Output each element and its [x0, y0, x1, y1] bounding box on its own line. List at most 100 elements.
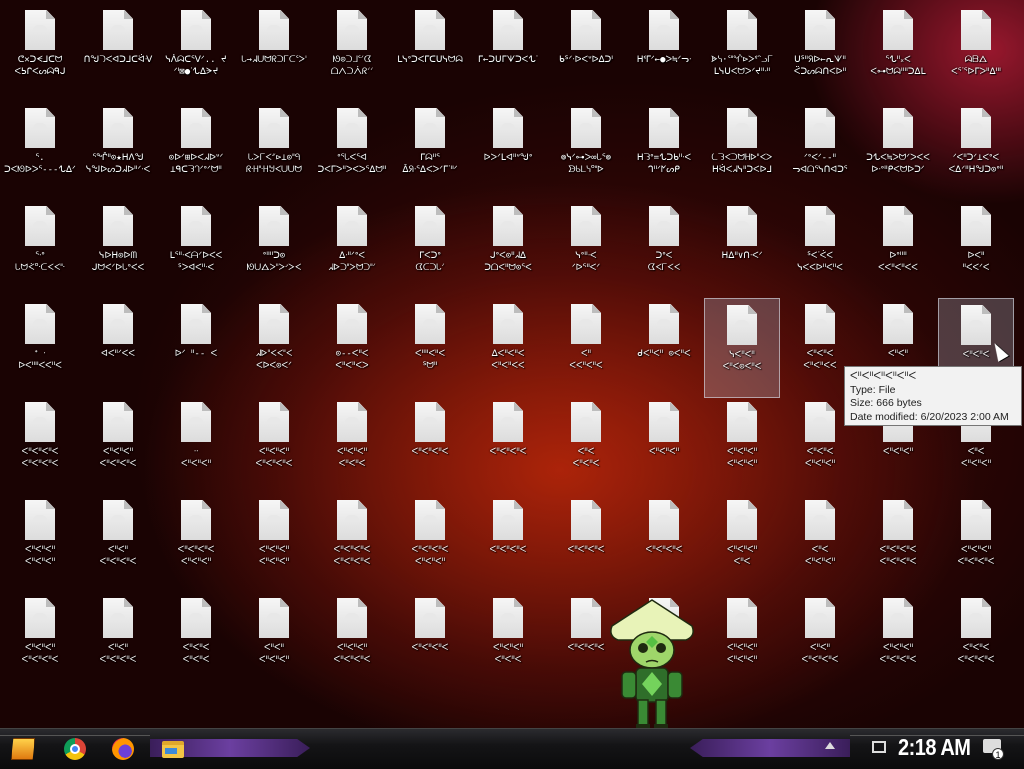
desktop-file-item[interactable]: ᐅᐟ ᐦ-- ᐸ	[158, 298, 234, 398]
desktop-file-item[interactable]: ᑐᐤᐸ ᗧᐸᒥᐸᐸ	[626, 200, 702, 300]
desktop-file-item[interactable]: ⊙--ᐸᐦᐸ ᐸᐦᐸᐦᐸᐳ	[314, 298, 390, 398]
desktop-file-item[interactable]: ᕐᖎᐦ⊙★ᕼᐱᖑ ᓭᖑᐅᔕᑐᖽᐅᐦᐟᐧᐸ	[80, 102, 156, 202]
desktop-file-item[interactable]: ᕐᐧᐤ ᘂᗢᐹᐤᐧᑕᐸᐸᐦᐧ	[2, 200, 78, 300]
desktop-file-item[interactable]: ᐸᐦᐸᐦᐸᐦᐸ	[548, 494, 624, 594]
file-icon-emblem	[33, 417, 47, 424]
desktop-file-item[interactable]: ᐸᐦᐸᐦᐸᐦ ᐸᐦᐸᐦᐸᐦ	[704, 396, 780, 496]
desktop-file-item[interactable]: ᓭᐤᐦᐧᐸ ᐟᐅᕐᐦᐸᐟ	[548, 200, 624, 300]
desktop-file-item[interactable]: ᕼᘊᐤ=ᖍᑐᑲᐦᐧᐸ ᒉᐦᐟᖼᔕᑭ	[626, 102, 702, 202]
desktop-file-item[interactable]: ᑌᔆᐦᖆᐅ←ᕆᗐᐦ ᑈᑐᔕᗣᑎᐸᐅᐦ	[782, 4, 858, 104]
desktop-file-item[interactable]: ᐸᐦᐸᐦᐸᐦᐸ	[626, 494, 702, 594]
desktop-file-item[interactable]: ᐅᐤᐦᐦ ᐸᐸᐦᐸᐦᐸᐸ	[860, 200, 936, 300]
firefox-button[interactable]	[108, 735, 138, 763]
desktop-file-item[interactable]: ᐸᐦᐸᐦᐸᐦ ᐸᐦᐸᐦᐸᐦᐸ	[236, 396, 312, 496]
desktop-file-item[interactable]: ᑎᖑᘄᐸᐊᑐᒧᑕᐛᐺ	[80, 4, 156, 104]
desktop-file-item[interactable]: ᐸᐦᐸᐦᐸᐦᐸᐦᐸᐦᐸ	[314, 396, 390, 496]
desktop-file-item[interactable]: ᘚ⊙ᑐᒧᕐᐟᗧ ᗝᐱᑐᐲᖇᐟᐟ	[314, 4, 390, 104]
desktop-file-item[interactable]: ᐸᐦᐸᐦᐸᐦ ᐸᐦᐸᐦᐸᐦᐸ	[860, 592, 936, 692]
desktop-file-item[interactable]: ᐸᐦᐸᐦᐸᐦᐸᐦᐸᐦᐸ	[80, 592, 156, 692]
desktop-file-item[interactable]: ᐟᐤᐸᐟ--ᐦ ᓓᐊᗝᕐᓭᑎᐊᑐᕐ	[782, 102, 858, 202]
desktop-file-item[interactable]: ᐸᐦᐸᐦᐸᐦᐸ ᐸᐦᐸᐦᐸᐦᐸ	[2, 396, 78, 496]
desktop-file-item[interactable]: ᓭᐅᕼ⊙ᐅᗰ ᒍᗢᐸᐟᐅᘂᐤᐸᐸ	[80, 200, 156, 300]
desktop-file-item[interactable]: ᐸᐦᐸᐦᐸᐦᐸᐦᐸᐦᐸ	[782, 592, 858, 692]
desktop-file-item[interactable]: ᕼᓫᒥᐟ←●ᐳ≒ᐟᓓᐧ	[626, 4, 702, 104]
desktop-file-item[interactable]: ᐸᐦᐸ ᐸᐦᐸᐦᐸᐦ	[782, 494, 858, 594]
desktop-file-item[interactable]: ᐸᐦᐸᐦᐸᐦ ᐸᐦᐸᐦᐸᐦᐸ	[2, 592, 78, 692]
desktop-file-item[interactable]: ᐸᐦᐸᐦᐸᐦ ᐸᐦᐸᐦᐸᐦ	[2, 494, 78, 594]
desktop-file-item[interactable]: ᗎᓭ·ᕐᐦᖎ⊳ᐳᓫᐢᓗᒥ ᒪᓭᑌᐸᗢᐳᐟᔪᐦᐧᐦ	[704, 4, 780, 104]
desktop-file-item[interactable]: ᐤᐦᐦᑐ⊙ ᘚᑌᐃᐳᐦᐳᐝᐳᐸ	[236, 200, 312, 300]
desktop-file-item[interactable]: ᐸᐦᐸᐦᐸᐦ ᐸᐦᐸ	[704, 494, 780, 594]
desktop-file-item[interactable]: ᘂᐳᒥᐸᐥ⊳⊥⊙ᐦᑫ ᖇᐧᕼᐦᐧᕼᖑᐸᑌᑌᗢ	[236, 102, 312, 202]
show-hidden-icons-button[interactable]	[825, 742, 835, 749]
start-button[interactable]	[8, 735, 38, 763]
desktop-file-item[interactable]: ᐸᐦᐸᐦᐸᐦᐸᐦᐸᐦᐸ	[80, 494, 156, 594]
desktop-file-item[interactable]: ᐸᐦᐸᐦᐸᐦᐸ	[470, 494, 546, 594]
desktop-file-item[interactable]: ᐸᐦᐸᐦᐸᐦ ᐸᐦᐸᐦᐸᐦᐸ	[80, 396, 156, 496]
desktop-file-item[interactable]: ᕐ. ᑐᐸᘚᐅᐳᕐ---ᖍᐃᐟ	[2, 102, 78, 202]
desktop-file-item[interactable]: ᒥᐸᑐᐤ ᗧᑕᑐᘂᐟ	[392, 200, 468, 300]
desktop-file-item[interactable]: ⊚ᓭᐟ⊶ᐳ∞ᘂᕐ⊚ ᗦᑲᒪᓭᐤᐦᐅ	[548, 102, 624, 202]
desktop-file-item[interactable]: ᒍᐤᐸ⊙ᐦᖽᐃ ᑐᗝᐸᐦᗢ⊙ᕐᐸ	[470, 200, 546, 300]
desktop-file-item[interactable]: ᐸᐦᐸᐸᐦᐸᐦᐸ	[548, 396, 624, 496]
desktop-file-item[interactable]: ᒥ←ᑐᑌᒥᗐᑐᐸᖍᐝ	[470, 4, 546, 104]
desktop-file-item[interactable]: ᐸᐦᐸᐦᐸᐦ ᐸᐦᐸᐦᐸᐦ	[236, 494, 312, 594]
desktop-file-item[interactable]: ᐸᐦᐸᐦᐸ ᐸᐦᐸᐦᐸᐦᐸ	[938, 592, 1014, 692]
desktop-file-item[interactable]: ᐸᐦᐸᐦᐸᐦᐸᐦᐸᐦᐸ	[470, 592, 546, 692]
desktop-file-item[interactable]: ᐅᐳᐟᒪᐊᐦᐡᖑᐤ	[470, 102, 546, 202]
desktop-file-item[interactable]: ᒪᕐᐦᐧᐸᗩᐟᐅᐸᐸ ᔆᐳᐊᐸᐦᐧᐸ	[158, 200, 234, 300]
desktop-file-item[interactable]: ᐸᐦᐸᐦᐸᐦᐸ ᐸᐦᐸᐦᐸᐦᐸ	[314, 494, 390, 594]
desktop-file-item[interactable]: ᗣᗷᐃ ᐸᕐᐝᕐᐅᒥᐳᐦᐃᐦᑊ	[938, 4, 1014, 104]
desktop-file-item[interactable]: ᐸᐦᐸᐦᐸᐦᐸ	[470, 396, 546, 496]
desktop-file-item[interactable]: ᑯᐸᐦᐸᐦ ⊙ᐸᐦᐸ	[626, 298, 702, 398]
desktop-file-item[interactable]: ᘇᘊᐸᑐᗢᕼᐅᐦᐸᐳ ᕼᐛᐸᖽᓭᐦᑐᐸᐅᒧ	[704, 102, 780, 202]
file-explorer-button[interactable]	[158, 735, 188, 763]
desktop-file-item[interactable]: ᐟᐸᐦᑐᐟ⊥ᐸᐤᐸ ᐸᐃᐟᐦᕼᖑᑐ⊙ᐤᐦ	[938, 102, 1014, 202]
desktop-file-item[interactable]: ᐸᐦᐸᐦᐸᐦᐸ ᐸᐦᐸᐦᐸᐦ	[392, 494, 468, 594]
desktop-file-item[interactable]: ᖽᐅᐦᐸᐸᐦᐸ ᐸᐅᐸ⊙ᐸᐟ	[236, 298, 312, 398]
desktop-file-item[interactable]: ᐃᐧᐦᐟᐤᐸ ᖽᐅᑐᐦᐳᗢᑐᐦᐟ	[314, 200, 390, 300]
desktop-file-item[interactable]: ᕦ✕ᑐᗕᒧᑕᗢ ᐸᕊᒋᐸᔕᗣᑫᒍ	[2, 4, 78, 104]
file-label: ᐸᐦᐸᐦᐸᐦ ᐸᐦᐸᐦᐸᐦᐸ	[938, 544, 1014, 568]
desktop-file-item[interactable]: ᐸᐦᐸᐦᐸ ᐸᐦᐸᐦᐸ	[158, 592, 234, 692]
desktop-file-item[interactable]: ᐸᐦᐸᐦᐸᐦ	[626, 396, 702, 496]
desktop-file-item[interactable]: ᐊᐸᐦᐟᐸᐸ	[80, 298, 156, 398]
file-label-line2: ᐸᐦᐸᐦᐸᐦᐸ	[99, 557, 137, 567]
desktop-file-item[interactable]: ᐸᐦᐸᐦᐸᐦ ᐸᐦᐸᐦᐸᐦᐸ	[938, 494, 1014, 594]
desktop-file-item[interactable]: ⊙ᐅᐟ⊞ᐅᐸᖽᐅᐡᐟ ⊥ᑫᑕᘊᘃᐟᐤᐟᗢᐦ	[158, 102, 234, 202]
file-icon-emblem	[735, 613, 749, 620]
desktop-file-item[interactable]: ᐅᐸᐦ ᐦᐸᐸᐟᐸ	[938, 200, 1014, 300]
file-icon-emblem	[423, 515, 437, 522]
desktop-file-item[interactable]: ᐸᐦᐸᐦᐸᐦᐸ ᐸᐦᐸᐦᐸᐦᐸ	[860, 494, 936, 594]
file-label-line2: ᐸ⊶ᗢᗣᐦᐦᑐᐃᒪ	[870, 67, 926, 77]
taskbar-clock[interactable]: 2:18 AM	[898, 731, 971, 766]
desktop-file-item[interactable]: ᐸᐦᐸᐦᐸᐦᐸ	[392, 396, 468, 496]
desktop-file-item[interactable]: ᐸᐦᐸᐦᐸᐦ ᐸᐦᐸᐦᐸᐦᐸ	[314, 592, 390, 692]
network-icon[interactable]	[872, 741, 886, 753]
chrome-button[interactable]	[60, 735, 90, 763]
desktop-file-item[interactable]: ᐸᐦᐸᐦᐸᐦ ᐸᐦᐸᐦᐸᐦ	[704, 592, 780, 692]
desktop-file-item[interactable]: ᓭᐲᗣᑕᕐᐯᐟ.. ᔪ ᐟᑊ⊠●ᐝᖍᐃᗒᔪ	[158, 4, 234, 104]
desktop-file-item[interactable]: ᐧᐧ ᐸᐦᐸᐦᐸᐦ	[158, 396, 234, 496]
desktop-file-item[interactable]: ᔆᐸᐝᐹᐸ ᓭᐸᐸᐅᐦᐸᐦᐸ	[782, 200, 858, 300]
file-icon	[103, 500, 133, 540]
desktop-file-item[interactable]: ᐸᐦᐸᐸᐦᐸᐦᐸ	[548, 298, 624, 398]
desktop-file-item[interactable]: ᐃᐸᐦᐸᐦᐸ ᐸᐦᐸᐦᐸᐸ	[470, 298, 546, 398]
desktop-file-item[interactable]: ᒪᓭᐤᑐᐸᒥᑕᑌᓭᗢᗣ	[392, 4, 468, 104]
file-label: ᐅᐸᐦ ᐦᐸᐸᐟᐸ	[938, 250, 1014, 274]
file-label-line1: ᐸᐦᐸᐦ	[887, 349, 909, 359]
desktop-file-item[interactable]: ᒥᗣᐦᕐ ᐂᖆᐧᕐᐃᐸᐳᐟᒥᐝᐦᐟ	[392, 102, 468, 202]
desktop-file-item[interactable]: ᐩ ᐧ ᐅᐸᐦᐦᐸᐸᐦᐸ	[2, 298, 78, 398]
desktop-file-item[interactable]: ᓭᐸᐦᐸᐦ ᐸᐦᐸ⊙ᐸᐦᐸ	[704, 298, 780, 398]
desktop-file-item[interactable]: ᑲᔆᐟᐧᐅᐸᐡᐅᐃᑐᑊ	[548, 4, 624, 104]
desktop-file-item[interactable]: ᘂ→ᖽᑌᗢᖇᑐᒥᑕᕐᐳᑊ	[236, 4, 312, 104]
desktop-file-item[interactable]: ᐸᐦᐸᐦ ᐸᐦᐸᐦᐸᐦ	[236, 592, 312, 692]
desktop-file-item[interactable]: ᐸᐦᐦᐸᐦᐸ ᔆᗢᐦ	[392, 298, 468, 398]
desktop-file-item[interactable]: ᑐᖍᐸ≒ᐳᗢᐟᐳᐸᐸ ᐅᐧᐤᐦᑭᐸᗢᐅᑐᐟ	[860, 102, 936, 202]
desktop-file-item[interactable]: ᐸᐦᐸᐦᐸᐦᐸ ᐸᐦᐸᐦᐸᐦ	[158, 494, 234, 594]
desktop-file-item[interactable]: ᐤᕐᘂᐸᕐᐊ ᑐᐸᒥᐳᐦᐳᐸᐳᕐᐃᗢᐦ	[314, 102, 390, 202]
desktop-file-item[interactable]: ᕼᐃᐦ∨ᑎᐧᐸᐟ	[704, 200, 780, 300]
desktop-file-item[interactable]: ᕐᖍᐦ᙮ᐸ ᐸ⊶ᗢᗣᐦᐦᑐᐃᒪ	[860, 4, 936, 104]
desktop-file-item[interactable]: ᐸᐦᐸᐦᐸᐦᐸ	[392, 592, 468, 692]
file-icon	[493, 304, 523, 344]
